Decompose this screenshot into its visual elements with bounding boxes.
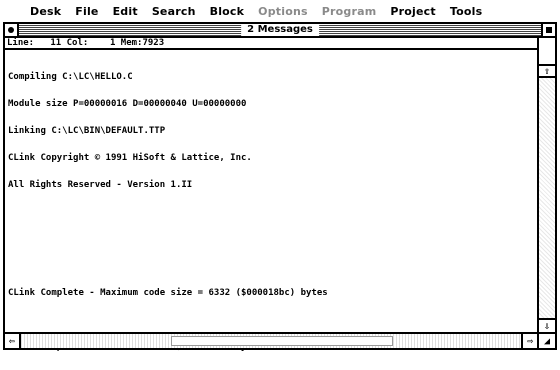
message-line [8, 208, 535, 217]
scroll-right-button[interactable]: ⇨ [521, 334, 537, 348]
up-arrow-icon: ⇧ [543, 65, 551, 77]
menu-program[interactable]: Program [322, 5, 377, 18]
resize-icon: ◢ [543, 335, 551, 347]
vertical-scrollbar[interactable]: ⇧ ⇩ [537, 38, 555, 332]
horizontal-scrollbar[interactable]: ⇦ ⇨ [5, 332, 537, 348]
horizontal-scroll-thumb[interactable] [171, 336, 393, 346]
menu-tools[interactable]: Tools [450, 5, 482, 18]
horizontal-scroll-track[interactable] [21, 334, 521, 348]
scroll-left-button[interactable]: ⇦ [5, 334, 21, 348]
message-line: All Rights Reserved - Version 1.II [8, 180, 193, 190]
close-box[interactable] [5, 24, 19, 36]
right-arrow-icon: ⇨ [526, 335, 534, 347]
menu-bar: Desk File Edit Search Block Options Prog… [0, 0, 560, 22]
menu-file[interactable]: File [75, 5, 98, 18]
maximize-icon [546, 27, 552, 33]
message-line [8, 316, 535, 325]
window-title-bar[interactable]: 2 Messages [5, 24, 555, 38]
resize-box[interactable]: ◢ [537, 332, 555, 348]
message-line: CLink Complete - Maximum code size = 633… [8, 288, 328, 298]
full-box[interactable] [541, 24, 555, 36]
scroll-up-button[interactable]: ⇧ [539, 64, 555, 78]
down-arrow-icon: ⇩ [543, 320, 551, 332]
window-title: 2 Messages [241, 24, 319, 36]
message-line [8, 235, 535, 244]
menu-search[interactable]: Search [152, 5, 196, 18]
left-arrow-icon: ⇦ [8, 335, 16, 347]
menu-options[interactable]: Options [258, 5, 308, 18]
close-icon [8, 27, 14, 33]
menu-desk[interactable]: Desk [30, 5, 61, 18]
message-output: Compiling C:\LC\HELLO.C Module size P=00… [8, 55, 535, 352]
message-line: CLink Copyright © 1991 HiSoft & Lattice,… [8, 153, 252, 163]
message-line: Compiling C:\LC\HELLO.C [8, 72, 133, 82]
menu-edit[interactable]: Edit [113, 5, 138, 18]
message-line [8, 262, 535, 271]
vertical-scroll-track[interactable] [539, 78, 555, 318]
scroll-down-button[interactable]: ⇩ [539, 318, 555, 332]
message-line: Linking C:\LC\BIN\DEFAULT.TTP [8, 126, 166, 136]
info-line: Line: 11 Col: 1 Mem:7923 [5, 38, 537, 50]
menu-project[interactable]: Project [390, 5, 435, 18]
messages-window: 2 Messages Line: 11 Col: 1 Mem:7923 Comp… [3, 22, 557, 352]
message-line: Module size P=00000016 D=00000040 U=0000… [8, 99, 247, 109]
menu-block[interactable]: Block [210, 5, 245, 18]
